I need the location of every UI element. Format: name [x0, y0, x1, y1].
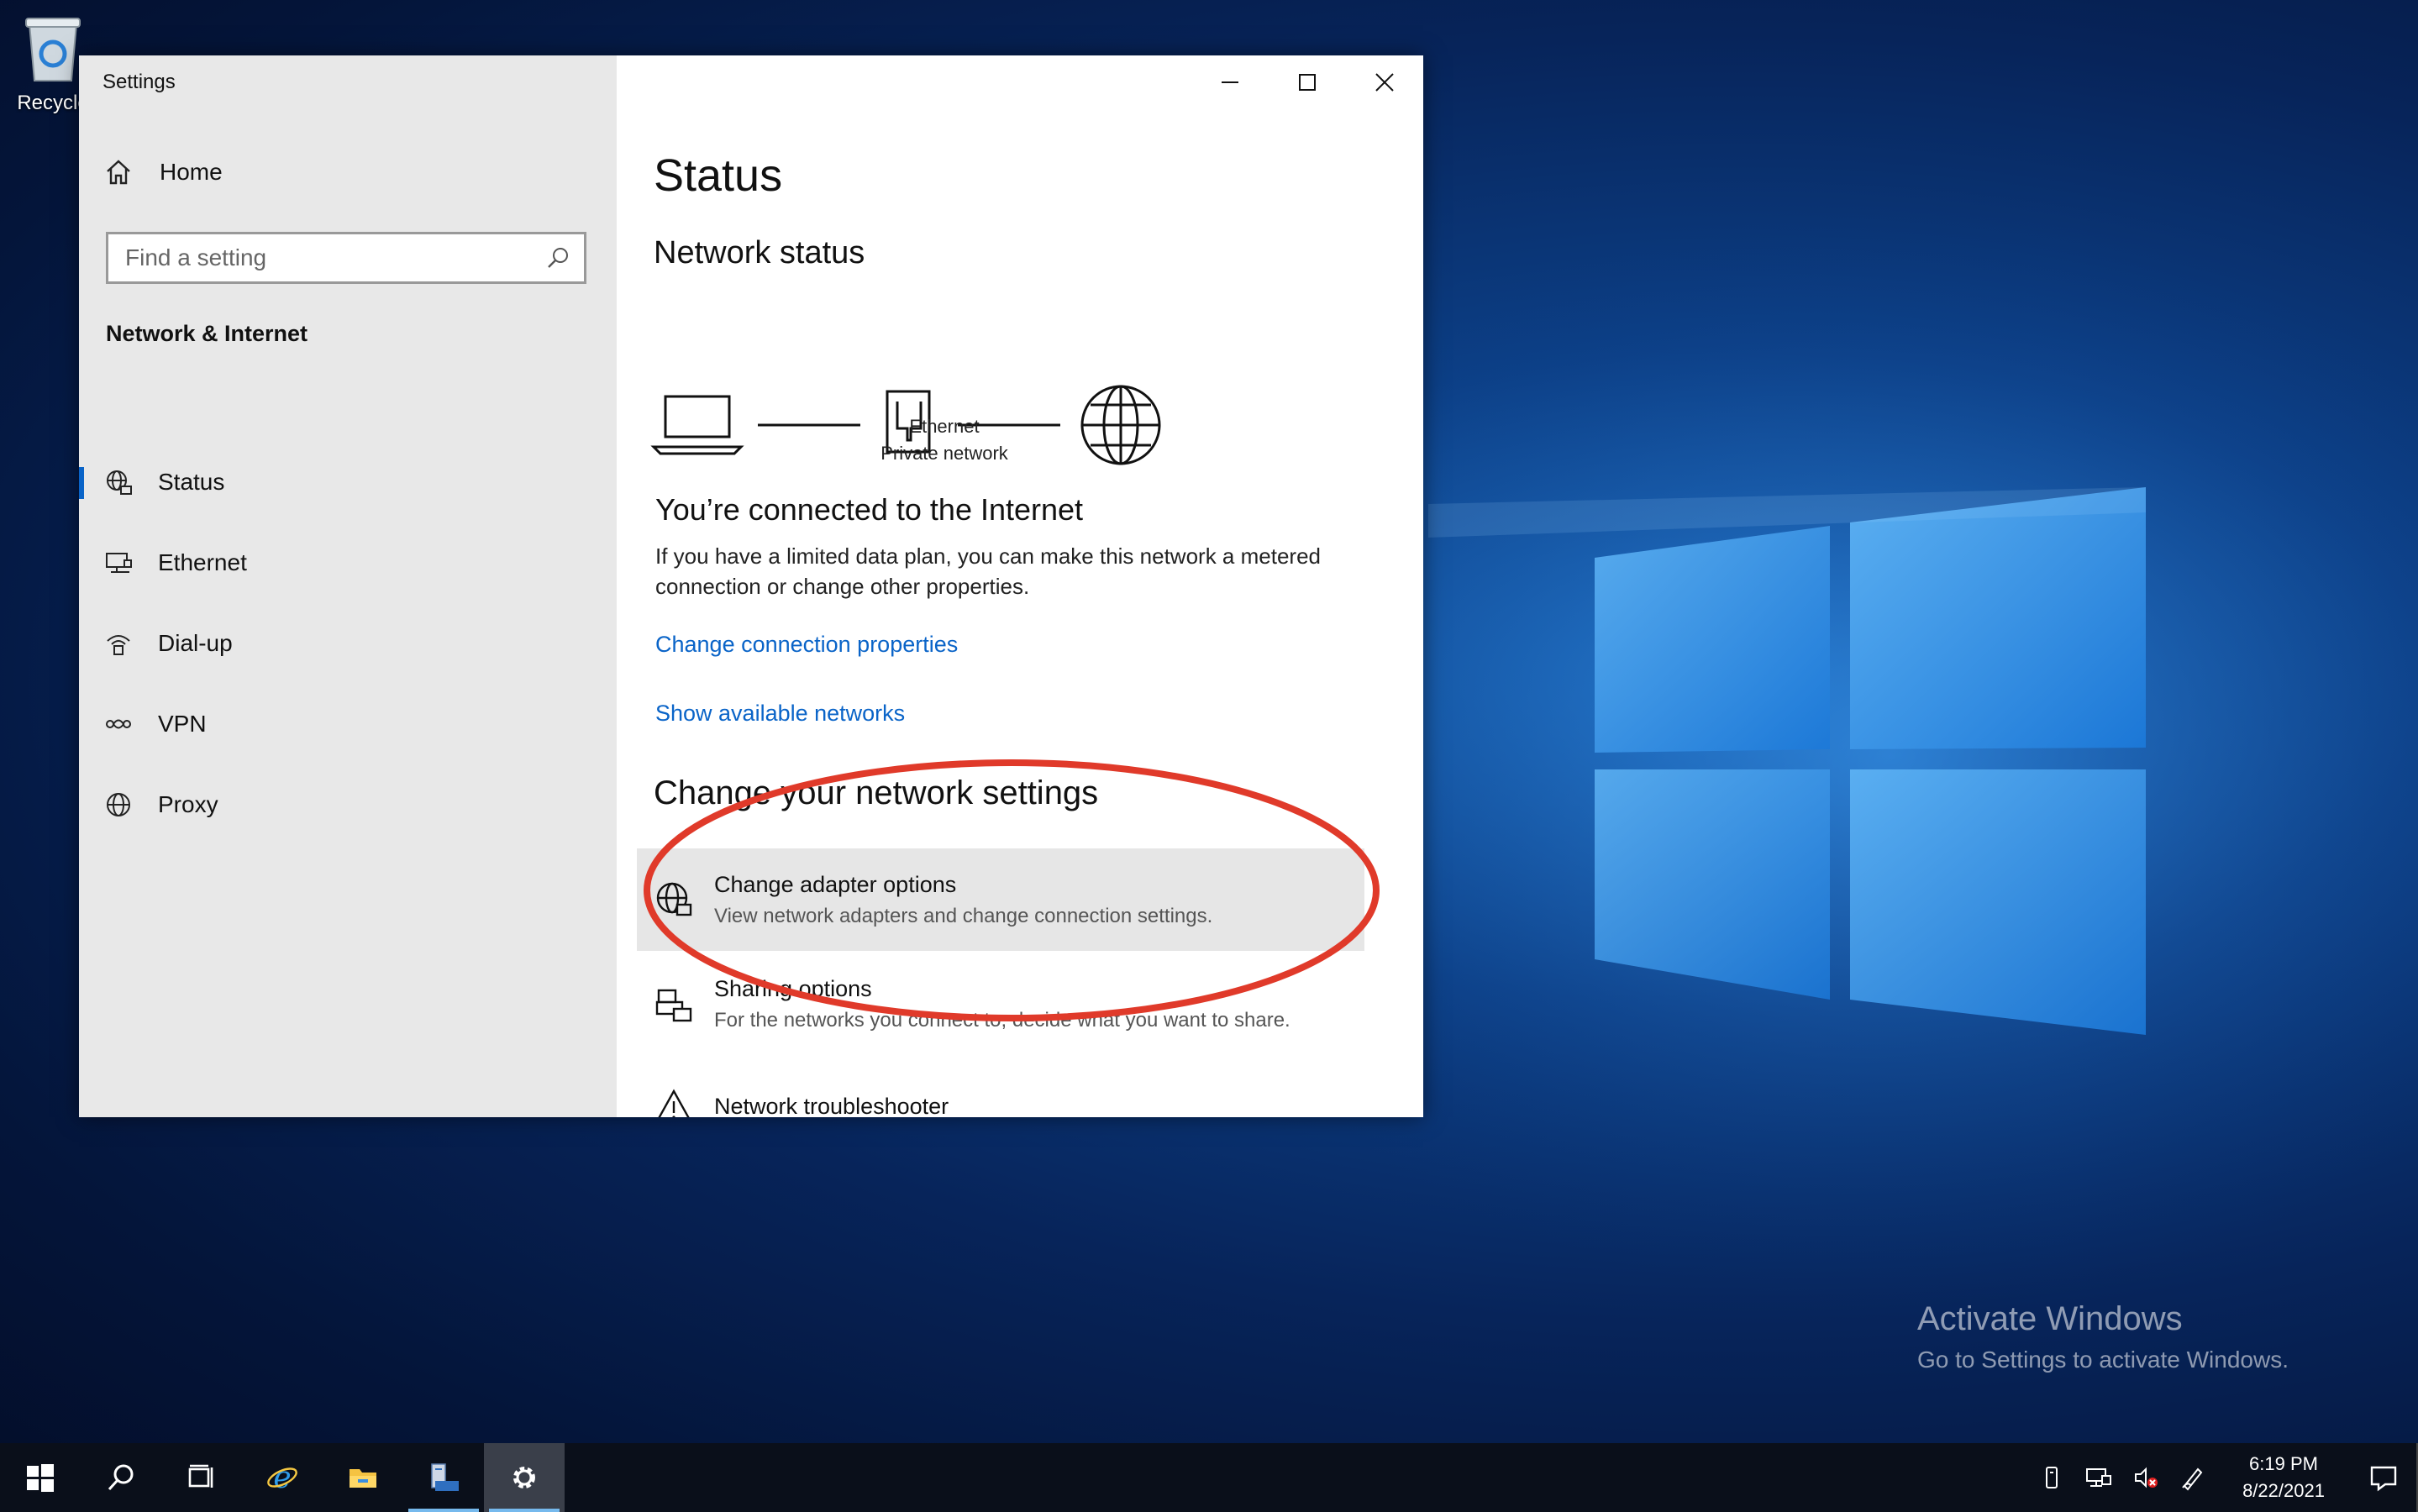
- pen-tray-button[interactable]: [2169, 1443, 2216, 1512]
- sidebar-item-label: Dial-up: [158, 630, 233, 656]
- sharing-options-button[interactable]: Sharing options For the networks you con…: [637, 953, 1364, 1055]
- network-troubleshooter-button[interactable]: Network troubleshooter: [637, 1055, 1364, 1117]
- pen-workspace-icon: [2182, 1467, 2203, 1491]
- clock-time: 6:19 PM: [2249, 1453, 2318, 1474]
- close-icon: [1375, 73, 1394, 92]
- laptop-icon: [650, 395, 744, 455]
- sidebar: Settings Home Network & Internet: [79, 55, 617, 1117]
- sidebar-item-ethernet[interactable]: Ethernet: [79, 522, 617, 603]
- sidebar-item-status[interactable]: Status: [79, 442, 617, 522]
- server-manager-button[interactable]: [403, 1443, 484, 1512]
- search-box[interactable]: [106, 232, 586, 284]
- change-adapter-options-button[interactable]: Change adapter options View network adap…: [637, 848, 1364, 951]
- diagram-label: Ethernet Private network: [869, 413, 1020, 467]
- internet-globe-icon: [1080, 385, 1161, 465]
- connected-description: If you have a limited data plan, you can…: [655, 543, 1321, 599]
- sidebar-item-label: Ethernet: [158, 549, 247, 575]
- option-title: Network troubleshooter: [714, 1093, 949, 1118]
- usb-tray-button[interactable]: [2028, 1443, 2075, 1512]
- vpn-icon: [106, 719, 131, 729]
- show-available-networks-link[interactable]: Show available networks: [655, 701, 905, 727]
- adapter-globe-icon: [656, 882, 692, 916]
- globe-icon: [107, 793, 130, 816]
- action-center-button[interactable]: [2351, 1443, 2418, 1512]
- settings-window: Settings Home Network & Internet: [79, 55, 1423, 1117]
- clock-date: 8/22/2021: [2242, 1480, 2325, 1501]
- search-icon: [108, 1464, 134, 1491]
- warning-icon: [658, 1089, 690, 1117]
- dial-up-icon: [107, 635, 130, 655]
- home-icon: [107, 160, 130, 185]
- settings-taskbar-button[interactable]: [484, 1443, 565, 1512]
- taskbar-clock[interactable]: 6:19 PM 8/22/2021: [2233, 1451, 2334, 1504]
- volume-tray-button[interactable]: [2122, 1443, 2169, 1512]
- search-input[interactable]: [125, 244, 528, 271]
- option-description: View network adapters and change connect…: [714, 904, 1213, 927]
- action-center-icon: [2370, 1466, 2397, 1492]
- maximize-icon: [1299, 74, 1316, 91]
- close-button[interactable]: [1346, 55, 1423, 109]
- network-tray-button[interactable]: [2075, 1443, 2122, 1512]
- change-settings-title: Change your network settings: [654, 774, 1099, 811]
- task-view-button[interactable]: [161, 1443, 242, 1512]
- change-connection-properties-link[interactable]: Change connection properties: [655, 632, 958, 658]
- internet-explorer-button[interactable]: e: [242, 1443, 323, 1512]
- sidebar-item-proxy[interactable]: Proxy: [79, 764, 617, 845]
- volume-muted-icon: [2135, 1467, 2158, 1488]
- network-type: Private network: [880, 443, 1008, 464]
- option-title: Change adapter options: [714, 871, 957, 897]
- windows-start-icon: [27, 1464, 54, 1492]
- network-status-title: Network status: [654, 235, 865, 270]
- main-content: Status Network status Ethernet Private n…: [617, 55, 1423, 1117]
- task-view-icon: [188, 1464, 213, 1488]
- activate-windows-watermark: Activate Windows Go to Settings to activ…: [1917, 1300, 2289, 1373]
- window-controls: [1191, 55, 1423, 109]
- connected-title: You’re connected to the Internet: [655, 492, 1084, 527]
- window-title: Settings: [103, 71, 176, 93]
- home-nav-item[interactable]: Home: [104, 158, 223, 186]
- minimize-icon: [1222, 81, 1238, 83]
- section-title: Network & Internet: [106, 321, 308, 346]
- taskbar: e 6:19 PM 8/22/2021: [0, 1443, 2418, 1512]
- internet-explorer-icon: e: [267, 1461, 297, 1494]
- ethernet-icon: [106, 553, 132, 573]
- watermark-line1: Activate Windows: [1917, 1300, 2183, 1337]
- sidebar-item-label: Status: [158, 469, 225, 495]
- system-tray: 6:19 PM 8/22/2021: [2028, 1443, 2418, 1512]
- home-label: Home: [160, 159, 223, 185]
- usb-device-icon: [2046, 1467, 2058, 1488]
- file-explorer-button[interactable]: [323, 1443, 403, 1512]
- sidebar-item-label: VPN: [158, 711, 207, 737]
- file-explorer-icon: [350, 1469, 376, 1488]
- sidebar-item-label: Proxy: [158, 791, 218, 817]
- recycle-bin-icon: [25, 18, 81, 81]
- minimize-button[interactable]: [1191, 55, 1269, 109]
- server-manager-icon: [431, 1463, 459, 1491]
- sidebar-item-dial-up[interactable]: Dial-up: [79, 603, 617, 684]
- option-title: Sharing options: [714, 975, 872, 1001]
- search-icon[interactable]: [545, 245, 570, 270]
- taskbar-search-button[interactable]: [81, 1443, 161, 1512]
- maximize-button[interactable]: [1269, 55, 1346, 109]
- sharing-icon: [655, 989, 692, 1022]
- sidebar-item-vpn[interactable]: VPN: [79, 684, 617, 764]
- svg-text:e: e: [273, 1461, 291, 1494]
- settings-gear-icon: [513, 1467, 535, 1488]
- page-title: Status: [654, 150, 783, 201]
- network-tray-icon: [2086, 1468, 2111, 1487]
- watermark-line2: Go to Settings to activate Windows.: [1917, 1347, 2289, 1373]
- nav-list: Status Ethernet Dial-up VPN Proxy: [79, 442, 617, 845]
- network-status-icon: [107, 470, 132, 495]
- start-button[interactable]: [0, 1443, 81, 1512]
- option-description: For the networks you connect to, decide …: [714, 1008, 1290, 1032]
- connection-name: Ethernet: [909, 416, 980, 437]
